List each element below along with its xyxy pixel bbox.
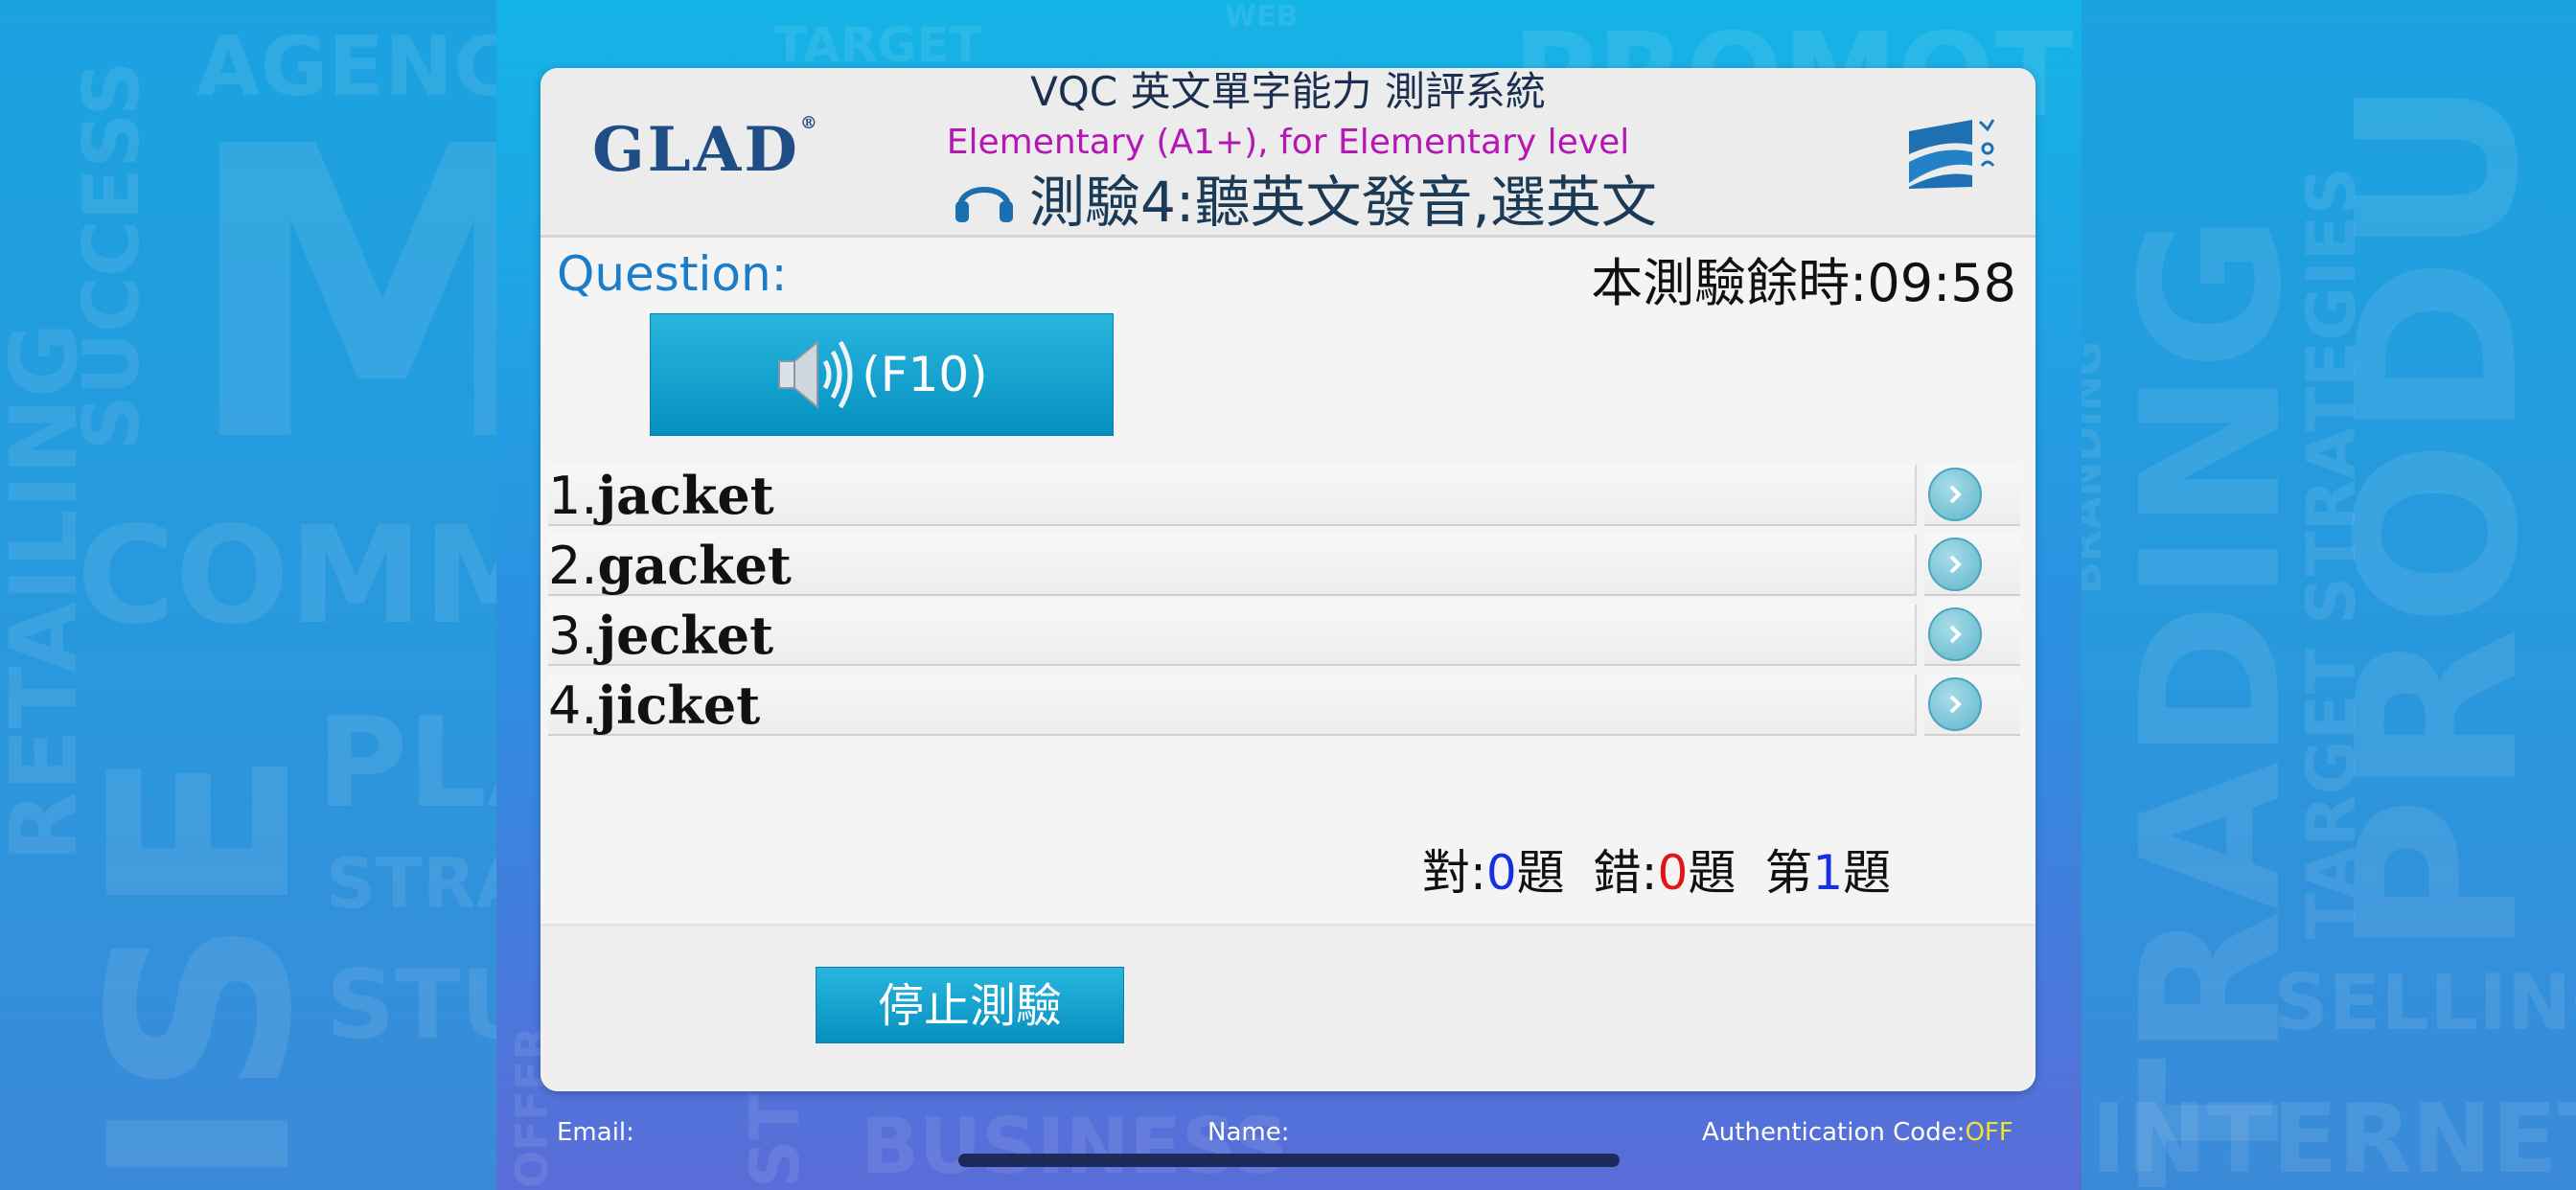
test-title: 測驗4:聽英文發音,選英文 bbox=[953, 159, 1657, 236]
speaker-icon bbox=[778, 339, 853, 410]
option-select-button[interactable] bbox=[1924, 605, 2020, 666]
email-label: Email: bbox=[557, 1118, 634, 1147]
panel-footer bbox=[540, 924, 2036, 1091]
bg-word: PRODU bbox=[2312, 78, 2567, 958]
wrong-label: 錯: bbox=[1593, 845, 1658, 901]
headphone-icon bbox=[955, 187, 1013, 222]
answer-options: 1.jacket 2.gacket 3.jecket 4.jicket bbox=[548, 465, 2022, 744]
correct-count: 0 bbox=[1485, 845, 1517, 901]
stop-test-button[interactable]: 停止測驗 bbox=[816, 967, 1124, 1043]
score-summary: 對:0題 錯:0題 第1題 bbox=[1422, 835, 1891, 904]
auth-label: Authentication Code: bbox=[1702, 1118, 1966, 1147]
bg-word: ISE bbox=[58, 747, 347, 1190]
answer-option-1[interactable]: 1.jacket bbox=[548, 465, 2022, 526]
option-word: gacket bbox=[597, 535, 792, 596]
bg-word: SELLING bbox=[2273, 958, 2576, 1047]
correct-label: 對: bbox=[1422, 845, 1486, 901]
audio-button-label: (F10) bbox=[862, 347, 988, 402]
option-text[interactable]: 4.jicket bbox=[548, 675, 1917, 736]
wrong-count: 0 bbox=[1657, 845, 1689, 901]
question-label: Question: bbox=[557, 246, 788, 302]
option-number: 2. bbox=[548, 536, 598, 596]
authentication-code: Authentication Code:OFF bbox=[1702, 1116, 2013, 1149]
bg-word: STRAT bbox=[326, 843, 496, 924]
option-word: jecket bbox=[597, 605, 774, 666]
answer-option-4[interactable]: 4.jicket bbox=[548, 675, 2022, 736]
wrong-unit: 題 bbox=[1688, 845, 1736, 901]
correct-unit: 題 bbox=[1516, 845, 1565, 901]
chevron-right-icon bbox=[1928, 677, 1982, 731]
bg-word: STUD bbox=[326, 949, 496, 1061]
bg-word: M bbox=[182, 62, 496, 531]
background-left: AGENCY SUCCESS COMM PLA STRAT STUD RETAI… bbox=[0, 0, 496, 1190]
bg-word: INTERNET bbox=[2091, 1083, 2576, 1190]
option-text[interactable]: 1.jacket bbox=[548, 465, 1917, 526]
answer-option-3[interactable]: 3.jecket bbox=[548, 605, 2022, 666]
option-number: 1. bbox=[548, 466, 598, 526]
option-number: 4. bbox=[548, 675, 598, 736]
option-text[interactable]: 2.gacket bbox=[548, 535, 1917, 596]
option-word: jicket bbox=[597, 675, 761, 736]
option-number: 3. bbox=[548, 606, 598, 666]
option-select-button[interactable] bbox=[1924, 535, 2020, 596]
play-audio-button[interactable]: (F10) bbox=[650, 313, 1114, 436]
option-select-button[interactable] bbox=[1924, 675, 2020, 736]
answer-option-2[interactable]: 2.gacket bbox=[548, 535, 2022, 596]
bg-word: WEB bbox=[1225, 0, 1299, 34]
test-title-text: 測驗4:聽英文發音,選英文 bbox=[1029, 170, 1657, 235]
remaining-time: 本測驗餘時:09:58 bbox=[1591, 253, 2016, 313]
header: GLAD® VQC 英文單字能力 測評系統 Elementary (A1+), … bbox=[540, 68, 2036, 238]
background-right: BRANDING TRADING TARGET STRATEGIES PRODU… bbox=[2082, 0, 2576, 1190]
quiz-panel: GLAD® VQC 英文單字能力 測評系統 Elementary (A1+), … bbox=[540, 68, 2036, 1091]
home-indicator[interactable] bbox=[958, 1154, 1620, 1167]
system-title: VQC 英文單字能力 測評系統 bbox=[1030, 68, 1546, 115]
question-number-unit: 題 bbox=[1843, 845, 1892, 901]
vqc-brand-icon bbox=[1909, 119, 1995, 189]
option-text[interactable]: 3.jecket bbox=[548, 605, 1917, 666]
chevron-right-icon bbox=[1928, 468, 1982, 521]
option-select-button[interactable] bbox=[1924, 465, 2020, 526]
option-word: jacket bbox=[597, 465, 774, 526]
chevron-right-icon bbox=[1928, 607, 1982, 661]
question-number: 1 bbox=[1812, 845, 1844, 901]
question-number-label: 第 bbox=[1764, 845, 1813, 901]
chevron-right-icon bbox=[1928, 538, 1982, 591]
bg-word: TARGET bbox=[774, 17, 982, 73]
auth-status: OFF bbox=[1965, 1118, 2013, 1147]
name-label: Name: bbox=[1208, 1118, 1290, 1147]
